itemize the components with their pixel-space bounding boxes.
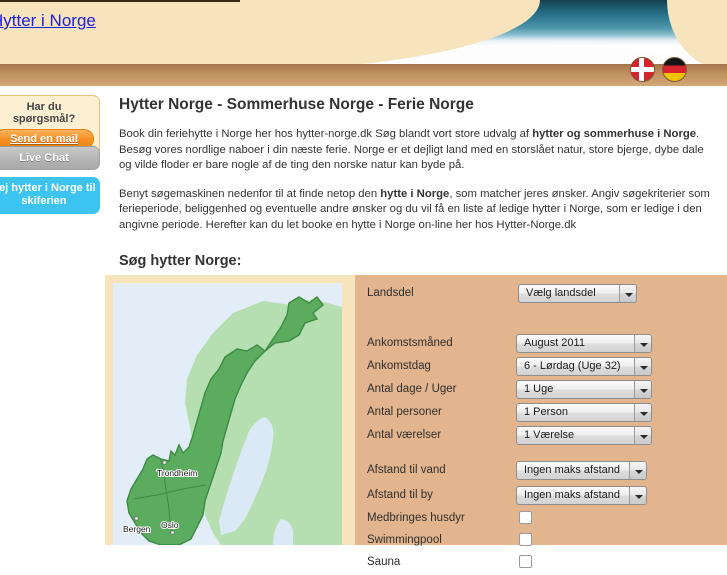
select-antal-dage-uger[interactable]: 1 Uge bbox=[516, 380, 652, 399]
form-row: Antal dage / Uger 1 Uge bbox=[367, 380, 719, 402]
form-row: Antal værelser 1 Værelse bbox=[367, 426, 719, 448]
form-row: Landsdel Vælg landsdel bbox=[367, 284, 719, 306]
intro-paragraph-2: Benyt søgemaskinen nedenfor til at finde… bbox=[119, 187, 719, 234]
map-city-label-oslo: Oslo bbox=[161, 520, 179, 530]
live-chat-button[interactable]: Live Chat bbox=[0, 146, 100, 170]
search-section-title: Søg hytter Norge: bbox=[119, 253, 242, 269]
header-sand-bar bbox=[0, 64, 727, 86]
form-row: Afstand til by Ingen maks afstand bbox=[367, 486, 719, 508]
form-label: Ankomstdag bbox=[367, 360, 431, 372]
select-value: August 2011 bbox=[524, 337, 585, 349]
checkbox-medbringes-husdyr[interactable] bbox=[519, 511, 532, 524]
main-content: Hytter Norge - Sommerhuse Norge - Ferie … bbox=[119, 86, 719, 269]
checkbox-swimmingpool[interactable] bbox=[519, 533, 532, 546]
chevron-down-icon[interactable] bbox=[634, 381, 651, 398]
map-city-dot-bergen bbox=[134, 516, 139, 521]
select-ankomstdag[interactable]: 6 - Lørdag (Uge 32) bbox=[516, 357, 652, 376]
form-label: Landsdel bbox=[367, 287, 414, 299]
select-antal-personer[interactable]: 1 Person bbox=[516, 403, 652, 422]
form-label: Afstand til vand bbox=[367, 464, 446, 476]
chevron-down-icon[interactable] bbox=[634, 358, 651, 375]
page-body: Har du spørgsmål? Send en mail Live Chat… bbox=[0, 86, 727, 568]
german-flag-icon[interactable] bbox=[662, 57, 687, 82]
chevron-down-icon[interactable] bbox=[629, 487, 646, 504]
form-label: Swimmingpool bbox=[367, 534, 442, 546]
ski-rental-button[interactable]: Lej hytter i Norge til skiferien bbox=[0, 177, 100, 214]
site-header: Hytter i Norge bbox=[0, 0, 727, 86]
select-value: Ingen maks afstand bbox=[524, 464, 621, 476]
form-label: Antal dage / Uger bbox=[367, 383, 457, 395]
select-value: 1 Værelse bbox=[524, 429, 575, 441]
chevron-down-icon[interactable] bbox=[634, 427, 651, 444]
select-value: 6 - Lørdag (Uge 32) bbox=[524, 360, 621, 372]
chevron-down-icon[interactable] bbox=[634, 404, 651, 421]
form-row: Sauna bbox=[367, 553, 719, 575]
danish-flag-icon[interactable] bbox=[630, 57, 655, 82]
intro-p2-bold: hytte i Norge bbox=[380, 187, 450, 200]
form-row: Antal personer 1 Person bbox=[367, 403, 719, 425]
norway-map[interactable]: Trondheim Oslo Bergen bbox=[113, 283, 342, 545]
map-city-dot-oslo bbox=[170, 530, 175, 535]
map-city-label-trondheim: Trondheim bbox=[157, 468, 197, 478]
form-label: Afstand til by bbox=[367, 489, 433, 501]
select-ankomstsm-ned[interactable]: August 2011 bbox=[516, 334, 652, 353]
checkbox-sauna[interactable] bbox=[519, 555, 532, 568]
norway-map-svg: Trondheim Oslo Bergen bbox=[113, 283, 342, 545]
intro-paragraph-1: Book din feriehytte i Norge her hos hytt… bbox=[119, 127, 719, 174]
form-row: Medbringes husdyr bbox=[367, 509, 719, 531]
form-label: Medbringes husdyr bbox=[367, 512, 465, 524]
ask-question-title: Har du spørgsmål? bbox=[12, 101, 76, 125]
beach-banner-image bbox=[240, 0, 727, 70]
select-landsdel[interactable]: Vælg landsdel bbox=[518, 284, 637, 303]
select-antal-v-relser[interactable]: 1 Værelse bbox=[516, 426, 652, 445]
form-label: Antal personer bbox=[367, 406, 442, 418]
chevron-down-icon[interactable] bbox=[619, 285, 636, 302]
page-title: Hytter Norge - Sommerhuse Norge - Ferie … bbox=[119, 96, 474, 113]
map-city-label-bergen: Bergen bbox=[123, 524, 151, 534]
select-afstand-til-vand[interactable]: Ingen maks afstand bbox=[516, 461, 647, 480]
select-value: 1 Uge bbox=[524, 383, 554, 395]
intro-p1-bold: hytter og sommerhuse i Norge bbox=[532, 128, 697, 140]
select-value: 1 Person bbox=[524, 406, 569, 418]
search-panel: Trondheim Oslo Bergen Landsdel Vælg lands… bbox=[105, 275, 727, 568]
form-label: Ankomstsmåned bbox=[367, 337, 453, 349]
form-label: Sauna bbox=[367, 556, 401, 568]
form-label: Antal værelser bbox=[367, 429, 442, 441]
select-value: Vælg landsdel bbox=[526, 287, 596, 299]
form-row: Ankomstdag 6 - Lørdag (Uge 32) bbox=[367, 357, 719, 379]
intro-p1-part-a: Book din feriehytte i Norge her hos hytt… bbox=[119, 128, 533, 140]
intro-p2-part-a: Benyt søgemaskinen nedenfor til at finde… bbox=[119, 187, 381, 200]
form-row: Ankomstsmåned August 2011 bbox=[367, 334, 719, 356]
form-row: Afstand til vand Ingen maks afstand bbox=[367, 461, 719, 483]
select-afstand-til-by[interactable]: Ingen maks afstand bbox=[516, 486, 647, 505]
search-form: Landsdel Vælg landsdel Ankomstsmåned August… bbox=[355, 275, 727, 568]
map-city-dot-trondheim bbox=[162, 460, 167, 465]
top-nav-link-hytter-i-norge[interactable]: Hytter i Norge bbox=[0, 11, 96, 31]
chevron-down-icon[interactable] bbox=[629, 462, 646, 479]
chevron-down-icon[interactable] bbox=[634, 335, 651, 352]
form-row: Swimmingpool bbox=[367, 531, 719, 553]
select-value: Ingen maks afstand bbox=[524, 489, 621, 501]
